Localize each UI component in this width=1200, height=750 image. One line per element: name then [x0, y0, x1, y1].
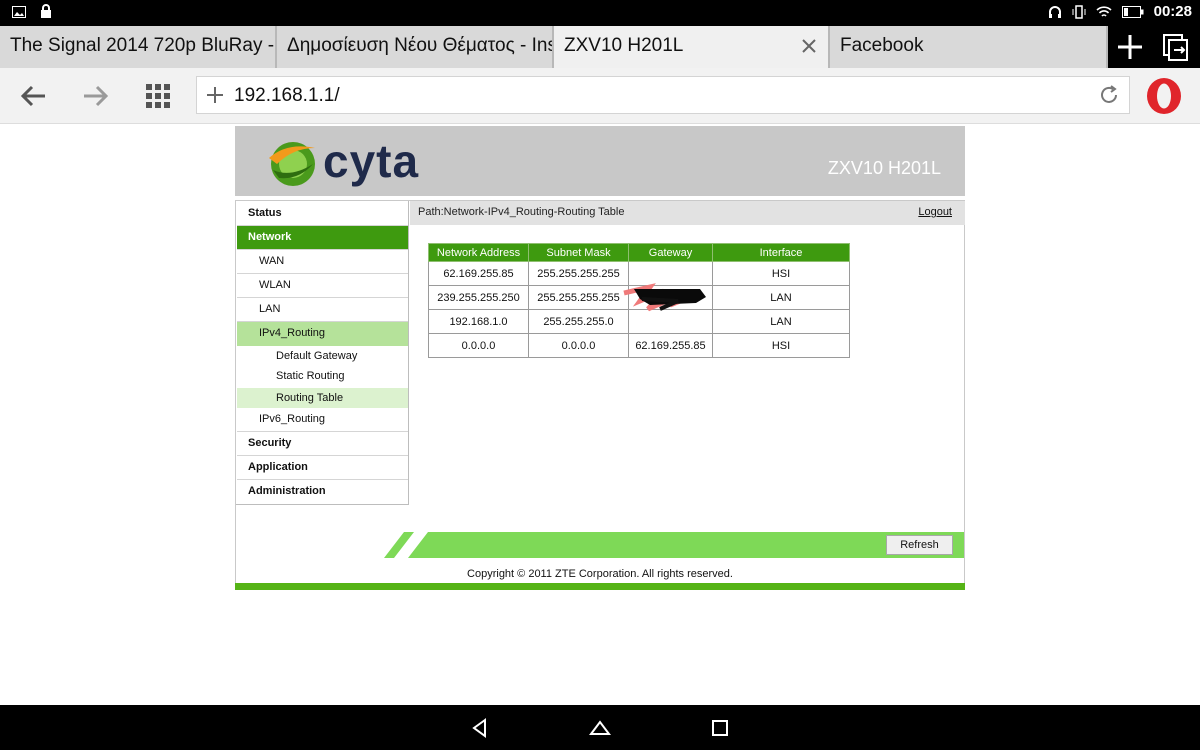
table-cell: LAN	[712, 285, 850, 310]
menu-ipv6-routing[interactable]: IPv6_Routing	[237, 408, 408, 432]
tab-signal[interactable]: The Signal 2014 720p BluRay - Vi	[0, 26, 277, 68]
tab-title: Δημοσίευση Νέου Θέματος - Insu	[287, 35, 554, 56]
tabs-icon	[1163, 34, 1188, 61]
breadcrumb: Path:Network-IPv4_Routing-Routing Table	[418, 206, 625, 218]
tab-switcher-button[interactable]	[1152, 26, 1200, 68]
table-cell: HSI	[712, 333, 850, 358]
tab-router[interactable]: ZXV10 H201L	[554, 26, 830, 68]
menu-application[interactable]: Application	[237, 456, 408, 480]
table-cell: HSI	[712, 261, 850, 286]
column-header: Subnet Mask	[528, 243, 629, 262]
menu-lan[interactable]: LAN	[237, 298, 408, 322]
reload-icon[interactable]	[1097, 83, 1121, 107]
tab-title: The Signal 2014 720p BluRay - Vi	[10, 35, 277, 56]
menu-administration[interactable]: Administration	[237, 480, 408, 504]
menu-wlan[interactable]: WLAN	[237, 274, 408, 298]
redaction-scribble	[623, 283, 706, 312]
footer-band	[384, 532, 964, 558]
menu-static-routing[interactable]: Static Routing	[237, 366, 408, 386]
column-header: Gateway	[628, 243, 713, 262]
add-bookmark-plus-icon[interactable]	[203, 83, 227, 107]
table-cell: LAN	[712, 309, 850, 334]
content-area: Path:Network-IPv4_Routing-Routing Table …	[410, 201, 965, 589]
back-triangle-icon[interactable]	[468, 716, 492, 740]
back-arrow-icon[interactable]	[18, 80, 50, 112]
image-icon	[12, 5, 26, 18]
router-header: cyta ZXV10 H201L	[235, 126, 965, 196]
router-main: Status Network WAN WLAN LAN IPv4_Routing…	[235, 200, 965, 590]
sidebar: Status Network WAN WLAN LAN IPv4_Routing…	[236, 201, 409, 505]
battery-icon	[1121, 5, 1144, 18]
opera-menu-icon[interactable]	[1144, 76, 1184, 116]
path-bar: Path:Network-IPv4_Routing-Routing Table …	[410, 201, 965, 225]
recents-icon[interactable]	[708, 716, 732, 740]
table-cell: 255.255.255.0	[528, 309, 629, 334]
forward-arrow-icon[interactable]	[79, 80, 111, 112]
tab-facebook[interactable]: Facebook	[830, 26, 1108, 68]
menu-network[interactable]: Network	[237, 226, 408, 250]
table-cell: 0.0.0.0	[528, 333, 629, 358]
column-header: Interface	[712, 243, 850, 262]
table-cell: 239.255.255.250	[428, 285, 529, 310]
table-cell: 192.168.1.0	[428, 309, 529, 334]
address-bar[interactable]: 192.168.1.1/	[196, 76, 1130, 114]
new-tab-button[interactable]	[1108, 26, 1152, 68]
lock-icon	[41, 4, 51, 18]
tab-title: ZXV10 H201L	[564, 35, 684, 56]
menu-status[interactable]: Status	[237, 202, 408, 226]
close-icon[interactable]	[798, 35, 820, 57]
table-cell: 255.255.255.255	[528, 261, 629, 286]
table-cell: 0.0.0.0	[428, 333, 529, 358]
menu-routing-table[interactable]: Routing Table	[237, 388, 408, 408]
router-page: cyta ZXV10 H201L Status Network WAN WLAN…	[0, 124, 1200, 705]
logout-link[interactable]: Logout	[918, 206, 952, 218]
model-title: ZXV10 H201L	[827, 158, 941, 178]
menu-wan[interactable]: WAN	[237, 250, 408, 274]
status-bar: 00:28	[0, 0, 1200, 26]
speed-dial-grid-icon[interactable]	[142, 80, 174, 112]
brand-logo-text: cyta	[323, 135, 420, 187]
table-row: 0.0.0.0 0.0.0.0 62.169.255.85 HSI	[428, 333, 850, 358]
headphones-icon	[1048, 5, 1061, 18]
column-header: Network Address	[428, 243, 529, 262]
android-nav-bar	[0, 705, 1200, 750]
table-cell: 62.169.255.85	[428, 261, 529, 286]
tab-bar: The Signal 2014 720p BluRay - Vi Δημοσίε…	[0, 26, 1200, 68]
table-cell: 62.169.255.85	[628, 333, 713, 358]
menu-default-gateway[interactable]: Default Gateway	[237, 346, 408, 366]
clock: 00:28	[1153, 3, 1192, 20]
browser-toolbar: 192.168.1.1/	[0, 68, 1200, 124]
copyright-text: Copyright © 2011 ZTE Corporation. All ri…	[467, 568, 733, 580]
menu-security[interactable]: Security	[237, 432, 408, 456]
home-icon[interactable]	[588, 716, 612, 740]
refresh-button[interactable]: Refresh	[886, 535, 953, 555]
vibrate-icon	[1072, 4, 1086, 19]
footer-line	[235, 583, 965, 590]
plus-icon	[1118, 35, 1142, 59]
tab-title: Facebook	[840, 35, 924, 56]
table-cell: 255.255.255.255	[528, 285, 629, 310]
url-text[interactable]: 192.168.1.1/	[234, 85, 340, 107]
menu-ipv4-routing[interactable]: IPv4_Routing	[237, 322, 408, 346]
wifi-icon	[1096, 5, 1112, 17]
tab-forum-post[interactable]: Δημοσίευση Νέου Θέματος - Insu	[277, 26, 554, 68]
cyta-logo-icon	[269, 142, 315, 186]
